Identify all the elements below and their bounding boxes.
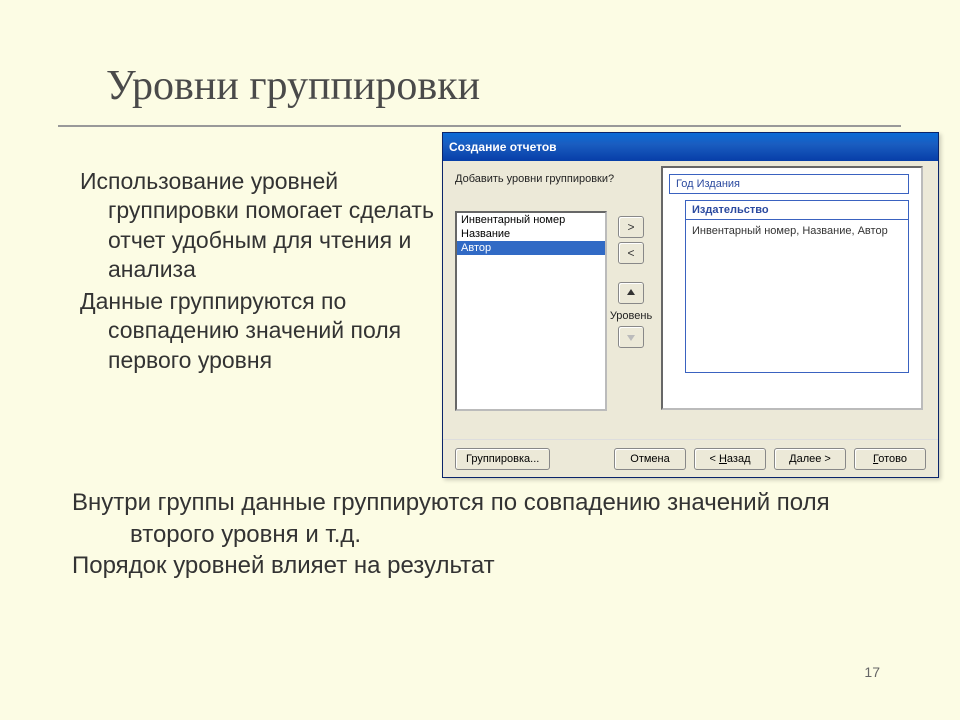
list-item[interactable]: Инвентарный номер xyxy=(457,213,605,227)
title-divider xyxy=(58,125,901,127)
para-1: Использование уровней группировки помога… xyxy=(80,167,443,285)
arrow-up-icon xyxy=(626,288,636,298)
dialog-body: Добавить уровни группировки? Инвентарный… xyxy=(443,161,938,441)
slide-title: Уровни группировки xyxy=(106,62,480,110)
dialog-titlebar[interactable]: Создание отчетов xyxy=(443,133,938,161)
list-item[interactable]: Автор xyxy=(457,241,605,255)
para-4: Порядок уровней влияет на результат xyxy=(72,550,882,582)
dialog-title: Создание отчетов xyxy=(449,140,557,154)
finish-button[interactable]: Готово xyxy=(854,448,926,470)
level-down-button[interactable] xyxy=(618,326,644,348)
grouping-button[interactable]: Группировка... xyxy=(455,448,550,470)
cancel-button[interactable]: Отмена xyxy=(614,448,686,470)
dialog-button-row: Группировка... Отмена < Назад Далее > Го… xyxy=(443,439,938,477)
body-text-bottom: Внутри группы данные группируются по сов… xyxy=(72,487,882,582)
grouping-preview: Год Издания Издательство Инвентарный ном… xyxy=(661,166,923,410)
page-number: 17 xyxy=(864,664,880,680)
add-button[interactable]: > xyxy=(618,216,644,238)
preview-level2-header: Издательство xyxy=(686,201,908,220)
wizard-dialog: Создание отчетов Добавить уровни группир… xyxy=(442,132,939,478)
para-2: Данные группируются по совпадению значен… xyxy=(80,287,443,375)
back-button[interactable]: < Назад xyxy=(694,448,766,470)
preview-detail: Инвентарный номер, Название, Автор xyxy=(686,220,908,372)
para-3: Внутри группы данные группируются по сов… xyxy=(72,487,882,550)
body-text-left: Использование уровней группировки помога… xyxy=(80,167,443,377)
preview-level1: Год Издания xyxy=(669,174,909,194)
preview-level2: Издательство Инвентарный номер, Название… xyxy=(685,200,909,373)
remove-button[interactable]: < xyxy=(618,242,644,264)
level-up-button[interactable] xyxy=(618,282,644,304)
level-label: Уровень xyxy=(610,310,652,322)
arrow-down-icon xyxy=(626,332,636,342)
move-buttons: > < Уровень xyxy=(616,216,646,348)
field-listbox[interactable]: Инвентарный номер Название Автор xyxy=(455,211,607,411)
list-item[interactable]: Название xyxy=(457,227,605,241)
next-button[interactable]: Далее > xyxy=(774,448,846,470)
